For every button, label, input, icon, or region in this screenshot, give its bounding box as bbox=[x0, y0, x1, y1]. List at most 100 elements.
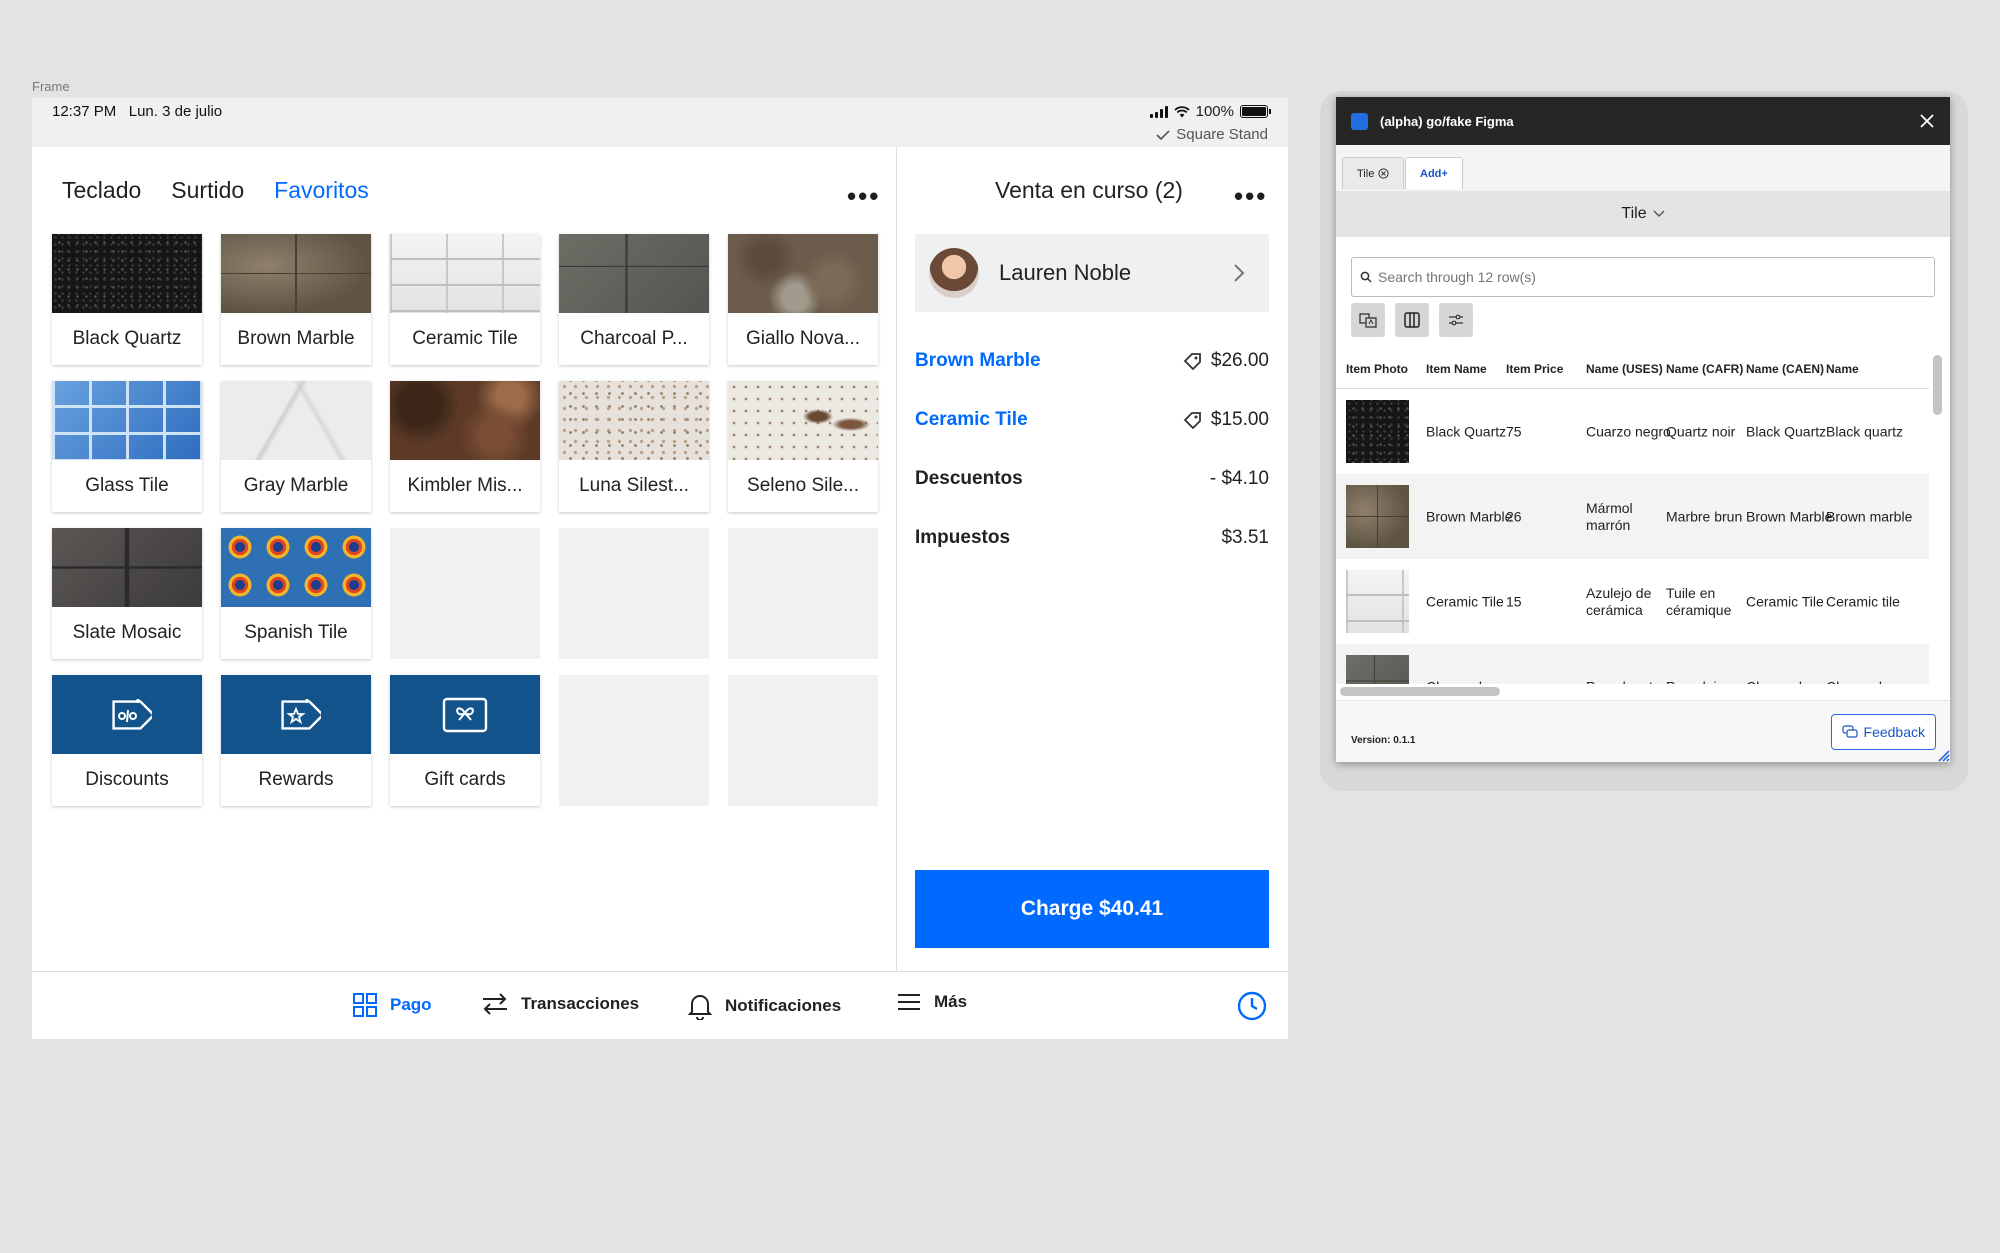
search-icon bbox=[1360, 271, 1372, 283]
product-tile[interactable]: Ceramic Tile bbox=[390, 234, 540, 365]
sliders-icon bbox=[1449, 314, 1463, 326]
item-photo bbox=[1346, 570, 1409, 633]
column-header[interactable]: Name (USES) bbox=[1586, 362, 1663, 376]
table-cell[interactable]: 26 bbox=[1506, 508, 1596, 525]
filters-button[interactable] bbox=[1439, 303, 1473, 337]
table-cell[interactable]: Mármol marrón bbox=[1586, 500, 1676, 534]
table-cell[interactable]: Porcelanato bbox=[1586, 678, 1676, 684]
column-header[interactable]: Item Price bbox=[1506, 362, 1563, 376]
rewards-tile[interactable]: Rewards bbox=[221, 675, 371, 806]
column-header[interactable]: Name (CAFR) bbox=[1666, 362, 1743, 376]
table-cell[interactable]: Brown Marble bbox=[1746, 508, 1836, 525]
table-cell[interactable]: Azulejo de cerámica bbox=[1586, 585, 1676, 619]
table-cell[interactable]: Ceramic tile bbox=[1826, 593, 1916, 610]
product-label: Gray Marble bbox=[243, 475, 349, 496]
table-row[interactable]: Brown Marble 26 Mármol marrón Marbre brun Br… bbox=[1336, 474, 1929, 559]
table-cell[interactable]: Black Quartz bbox=[1746, 423, 1836, 440]
table-row[interactable]: Black Quartz 75 Cuarzo negro Quartz noir Bla… bbox=[1336, 389, 1929, 474]
product-image bbox=[221, 234, 371, 313]
columns-button[interactable] bbox=[1395, 303, 1429, 337]
table-cell[interactable]: Brown Marble bbox=[1426, 508, 1516, 525]
item-photo bbox=[1346, 400, 1409, 463]
tab-add[interactable]: Add+ bbox=[1405, 157, 1463, 189]
empty-tile-slot[interactable] bbox=[728, 675, 878, 806]
table-cell[interactable]: Ceramic Tile bbox=[1746, 593, 1836, 610]
table-cell[interactable]: 75 bbox=[1506, 423, 1596, 440]
product-label: Glass Tile bbox=[85, 475, 169, 496]
table-cell[interactable]: Charcoal bbox=[1826, 678, 1916, 684]
translate-button[interactable] bbox=[1351, 303, 1385, 337]
scrollbar-thumb[interactable] bbox=[1933, 355, 1942, 415]
vertical-scrollbar[interactable] bbox=[1933, 355, 1942, 681]
discounts-line[interactable]: Descuentos - $4.10 bbox=[915, 468, 1269, 490]
empty-tile-slot[interactable] bbox=[728, 528, 878, 659]
tab-favoritos[interactable]: Favoritos bbox=[274, 177, 369, 204]
gift-cards-tile[interactable]: Gift cards bbox=[390, 675, 540, 806]
nav-pago[interactable]: Pago bbox=[352, 992, 432, 1018]
feedback-button[interactable]: Feedback bbox=[1830, 714, 1936, 750]
table-cell[interactable]: Charcoal bbox=[1746, 678, 1836, 684]
square-stand-status: Square Stand bbox=[1156, 126, 1268, 143]
resize-handle-icon[interactable] bbox=[1936, 748, 1950, 762]
table-header: Item Photo Item Name Item Price Name (USES)… bbox=[1336, 349, 1929, 389]
table-cell[interactable]: 15 bbox=[1506, 593, 1596, 610]
column-header[interactable]: Name bbox=[1826, 362, 1859, 376]
product-tile[interactable]: Glass Tile bbox=[52, 381, 202, 512]
product-tile[interactable]: Gray Marble bbox=[221, 381, 371, 512]
customer-card[interactable]: Lauren Noble bbox=[915, 234, 1269, 312]
product-tile[interactable]: Kimbler Mis... bbox=[390, 381, 540, 512]
sale-more-button[interactable]: ••• bbox=[1234, 183, 1267, 209]
tab-tile[interactable]: Tile bbox=[1342, 157, 1405, 189]
horizontal-scrollbar[interactable] bbox=[1340, 687, 1500, 696]
sale-title: Venta en curso (2) bbox=[995, 177, 1183, 203]
nav-transacciones[interactable]: Transacciones bbox=[481, 992, 639, 1016]
table-cell[interactable]: Marbre brun bbox=[1666, 508, 1756, 525]
product-tile[interactable]: Spanish Tile bbox=[221, 528, 371, 659]
nav-mas[interactable]: Más bbox=[896, 992, 967, 1012]
empty-tile-slot[interactable] bbox=[559, 675, 709, 806]
table-cell[interactable]: Black Quartz bbox=[1426, 423, 1516, 440]
taxes-line[interactable]: Impuestos $3.51 bbox=[915, 527, 1269, 549]
product-tile[interactable]: Giallo Nova... bbox=[728, 234, 878, 365]
discounts-label: Descuentos bbox=[915, 468, 1023, 489]
table-cell[interactable]: Tuile en céramique bbox=[1666, 585, 1756, 619]
search-field[interactable] bbox=[1351, 257, 1935, 297]
tab-teclado[interactable]: Teclado bbox=[62, 177, 141, 204]
table-row[interactable]: Ceramic Tile 15 Azulejo de cerámica Tuile e… bbox=[1336, 559, 1929, 644]
clock-icon[interactable] bbox=[1237, 991, 1267, 1021]
column-header[interactable]: Item Photo bbox=[1346, 362, 1408, 376]
sale-line-item[interactable]: Brown Marble $26.00 bbox=[915, 350, 1269, 372]
tab-surtido[interactable]: Surtido bbox=[171, 177, 244, 204]
table-row[interactable]: CharcoalPorcelanatoPorcelaineCharcoalCha… bbox=[1336, 644, 1929, 684]
search-input[interactable] bbox=[1378, 269, 1898, 285]
nav-notificaciones[interactable]: Notificaciones bbox=[687, 992, 841, 1020]
product-tile[interactable]: Charcoal P... bbox=[559, 234, 709, 365]
discounts-tile[interactable]: Discounts bbox=[52, 675, 202, 806]
product-tile[interactable]: Luna Silest... bbox=[559, 381, 709, 512]
table-cell[interactable]: Cuarzo negro bbox=[1586, 423, 1676, 440]
table-cell[interactable]: Black quartz bbox=[1826, 423, 1916, 440]
product-tile[interactable]: Brown Marble bbox=[221, 234, 371, 365]
column-header[interactable]: Name (CAEN) bbox=[1746, 362, 1824, 376]
empty-tile-slot[interactable] bbox=[390, 528, 540, 659]
product-tile[interactable]: Slate Mosaic bbox=[52, 528, 202, 659]
product-tile[interactable]: Seleno Sile... bbox=[728, 381, 878, 512]
close-icon[interactable] bbox=[1920, 114, 1934, 128]
sheet-selector[interactable]: Tile bbox=[1336, 191, 1950, 237]
sale-line-item[interactable]: Ceramic Tile $15.00 bbox=[915, 409, 1269, 431]
table-cell[interactable]: Ceramic Tile bbox=[1426, 593, 1516, 610]
table-cell[interactable]: Quartz noir bbox=[1666, 423, 1756, 440]
product-label: Kimbler Mis... bbox=[407, 475, 523, 496]
library-more-button[interactable]: ••• bbox=[847, 183, 880, 209]
table-cell[interactable]: Porcelaine bbox=[1666, 678, 1756, 684]
charge-button[interactable]: Charge $40.41 bbox=[915, 870, 1269, 948]
empty-tile-slot[interactable] bbox=[559, 528, 709, 659]
product-tile[interactable]: Black Quartz bbox=[52, 234, 202, 365]
close-circle-icon[interactable] bbox=[1378, 168, 1389, 179]
table-cell[interactable]: Charcoal bbox=[1426, 678, 1516, 684]
favorites-grid: Black Quartz Brown Marble Ceramic Tile Char… bbox=[52, 234, 878, 953]
plugin-title: (alpha) go/fake Figma bbox=[1380, 113, 1514, 129]
column-header[interactable]: Item Name bbox=[1426, 362, 1487, 376]
table-cell[interactable]: Brown marble bbox=[1826, 508, 1916, 525]
action-label: Discounts bbox=[85, 769, 169, 790]
